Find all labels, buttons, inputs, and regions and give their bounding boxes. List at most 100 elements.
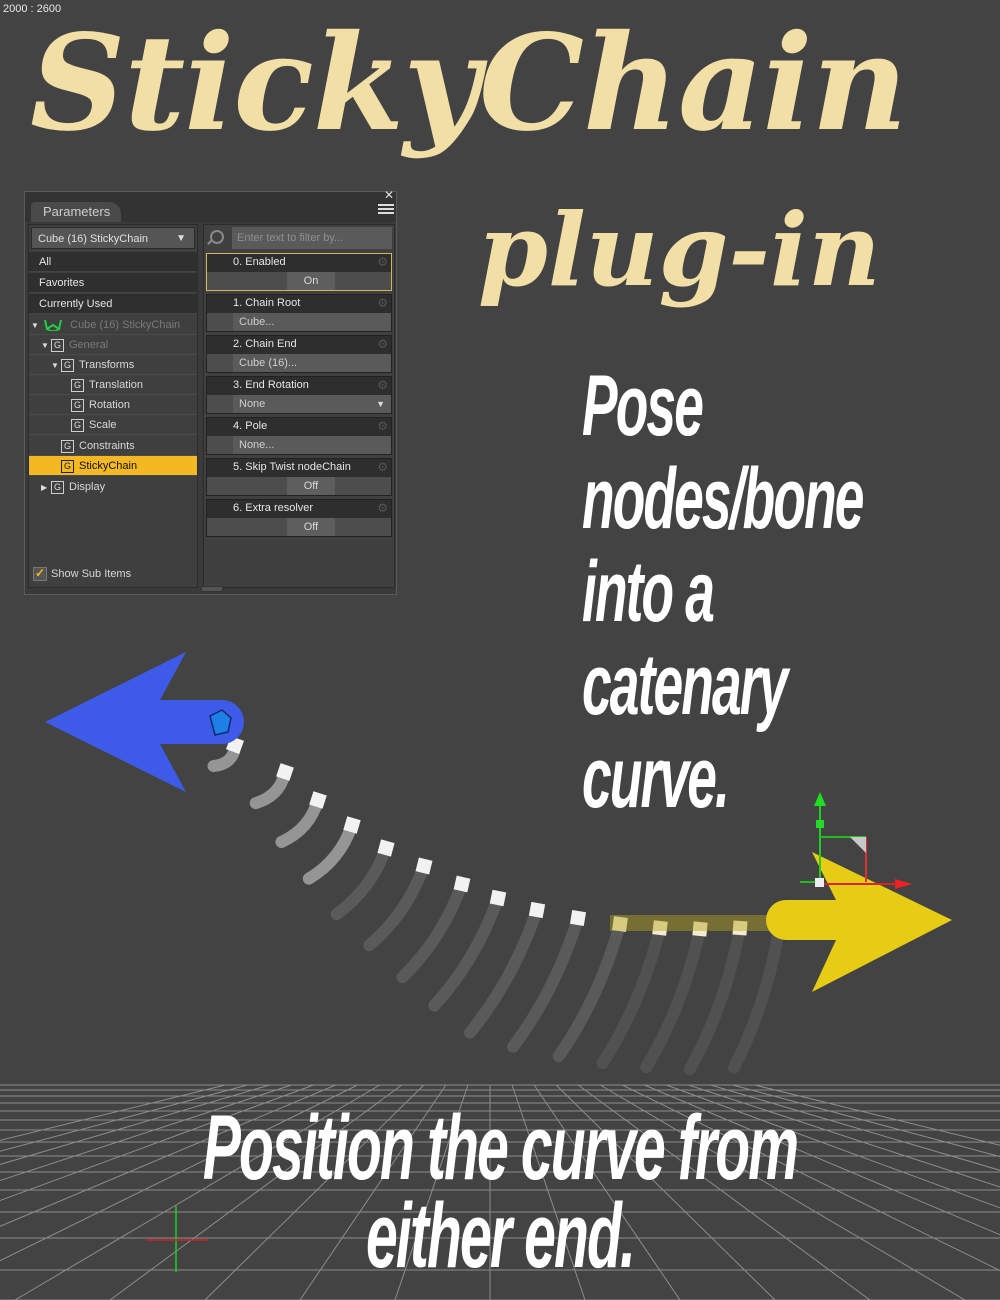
param-value: None...: [239, 439, 275, 451]
extra-resolver-toggle[interactable]: Off: [287, 518, 335, 536]
chain-node[interactable]: [528, 901, 546, 919]
param-value: None: [239, 398, 266, 410]
chevron-down-icon: ▼: [376, 399, 385, 409]
tree-item-label: Cube (16) StickyChain: [70, 319, 181, 331]
title-stickychain: StickyChain: [30, 6, 908, 161]
gear-icon[interactable]: ⚙: [377, 296, 388, 310]
gear-icon[interactable]: ⚙: [377, 460, 388, 474]
node-selector-value: Cube (16) StickyChain: [38, 233, 149, 245]
gear-icon[interactable]: ⚙: [377, 337, 388, 351]
tree-item-label: Constraints: [79, 440, 135, 452]
param-pole: 4. Pole ⚙ None...: [206, 417, 392, 455]
panel-tab-bar: Parameters ✕: [25, 188, 396, 222]
search-icon[interactable]: [210, 230, 224, 244]
collapse-triangle-icon[interactable]: ▶: [41, 478, 51, 498]
group-icon: G: [61, 358, 74, 372]
chain-end-node-picker[interactable]: Cube (16)...: [233, 354, 391, 372]
panel-menu-icon[interactable]: [378, 204, 394, 218]
tree-item-label: Transforms: [79, 359, 135, 371]
checkmark-icon: ✓: [33, 566, 47, 581]
group-icon: G: [71, 418, 84, 432]
tree-item-general[interactable]: ▼ G General: [29, 335, 197, 355]
show-sub-items-checkbox[interactable]: ✓ Show Sub Items: [33, 567, 131, 581]
tree-item-translation[interactable]: G Translation: [29, 375, 197, 395]
group-icon: G: [51, 338, 64, 352]
parameter-list-pane: Enter text to filter by... 0. Enabled ⚙ …: [203, 224, 395, 588]
param-skip-twist: 5. Skip Twist nodeChain ⚙ Off: [206, 458, 392, 496]
chain-link: [330, 842, 392, 921]
show-sub-items-label: Show Sub Items: [51, 567, 132, 580]
tree-item-label: Translation: [89, 379, 144, 391]
param-extra-resolver: 6. Extra resolver ⚙ Off: [206, 499, 392, 537]
chain-link: [275, 794, 324, 848]
panel-resize-handle[interactable]: [201, 586, 223, 592]
tab-parameters[interactable]: Parameters: [31, 202, 121, 222]
category-all[interactable]: All: [29, 252, 197, 272]
tree-item-label: Scale: [89, 419, 117, 431]
feature-line: catenary: [582, 637, 788, 733]
tree-item-label: Display: [69, 481, 106, 493]
filter-input[interactable]: Enter text to filter by...: [232, 227, 392, 249]
node-selector-dropdown[interactable]: Cube (16) StickyChain ▼: [31, 227, 195, 249]
param-label: 2. Chain End: [233, 338, 297, 350]
chain-icon: [44, 319, 63, 332]
param-label: 6. Extra resolver: [233, 502, 314, 514]
selected-link-highlight: [610, 915, 790, 931]
gear-icon[interactable]: ⚙: [377, 501, 388, 515]
chevron-down-icon: ▼: [176, 233, 186, 244]
feature-line: into a: [582, 544, 715, 640]
parameters-panel: Parameters ✕ Cube (16) StickyChain ▼ All…: [24, 188, 397, 595]
param-value: Cube (16)...: [239, 357, 298, 369]
group-icon: G: [61, 459, 74, 473]
tree-item-node[interactable]: ▼ Cube (16) StickyChain: [29, 315, 197, 335]
tree-item-transforms[interactable]: ▼ G Transforms: [29, 355, 197, 375]
chain-node[interactable]: [569, 909, 587, 927]
chain-link: [302, 819, 358, 885]
enabled-toggle[interactable]: On: [287, 272, 335, 290]
tree-item-constraints[interactable]: G Constraints: [29, 436, 197, 456]
group-icon: G: [71, 378, 84, 392]
tree-item-display[interactable]: ▶ G Display: [29, 477, 197, 497]
expand-triangle-icon[interactable]: ▼: [41, 336, 51, 356]
param-end-rotation: 3. End Rotation ⚙ None ▼: [206, 376, 392, 414]
chain-node[interactable]: [489, 889, 507, 907]
param-enabled: 0. Enabled ⚙ On: [206, 253, 392, 291]
caption-text: Position the curve from: [202, 1097, 799, 1199]
feature-line: curve.: [582, 730, 730, 826]
tree-item-scale[interactable]: G Scale: [29, 415, 197, 435]
end-rotation-select[interactable]: None ▼: [233, 395, 391, 413]
tree-item-label: General: [69, 339, 109, 351]
title-plugin: plug-in: [478, 191, 881, 309]
close-icon[interactable]: ✕: [384, 188, 394, 202]
feature-description: Pose nodes/bone into a catenary curve.: [582, 360, 992, 825]
param-label: 3. End Rotation: [233, 379, 309, 391]
pole-node-picker[interactable]: None...: [233, 436, 391, 454]
expand-triangle-icon[interactable]: ▼: [31, 316, 41, 336]
group-icon: G: [71, 398, 84, 412]
gear-icon[interactable]: ⚙: [377, 378, 388, 392]
group-icon: G: [51, 480, 64, 494]
feature-line: Pose: [582, 358, 704, 454]
expand-triangle-icon[interactable]: ▼: [51, 356, 61, 376]
chain-end-arrow[interactable]: [766, 852, 952, 992]
tree-item-label: StickyChain: [79, 460, 138, 472]
param-chain-end: 2. Chain End ⚙ Cube (16)...: [206, 335, 392, 373]
tree-item-stickychain[interactable]: G StickyChain: [29, 456, 197, 476]
tree-item-label: Rotation: [89, 399, 130, 411]
skip-twist-toggle[interactable]: Off: [287, 477, 335, 495]
parameter-tree-pane: Cube (16) StickyChain ▼ All Favorites Cu…: [28, 224, 198, 588]
gear-icon[interactable]: ⚙: [377, 419, 388, 433]
param-label: 0. Enabled: [233, 256, 286, 268]
chain-root-node-picker[interactable]: Cube...: [233, 313, 391, 331]
category-favorites[interactable]: Favorites: [29, 273, 197, 293]
param-label: 1. Chain Root: [233, 297, 301, 309]
bottom-caption-line1: Position the curve from: [0, 1102, 1000, 1194]
param-chain-root: 1. Chain Root ⚙ Cube...: [206, 294, 392, 332]
category-currently-used[interactable]: Currently Used: [29, 294, 197, 314]
param-label: 5. Skip Twist nodeChain: [233, 461, 351, 473]
caption-text: either end.: [366, 1185, 636, 1287]
gear-icon[interactable]: ⚙: [377, 255, 388, 269]
bottom-caption-line2: either end.: [0, 1190, 1000, 1282]
param-label: 4. Pole: [233, 420, 268, 432]
tree-item-rotation[interactable]: G Rotation: [29, 395, 197, 415]
